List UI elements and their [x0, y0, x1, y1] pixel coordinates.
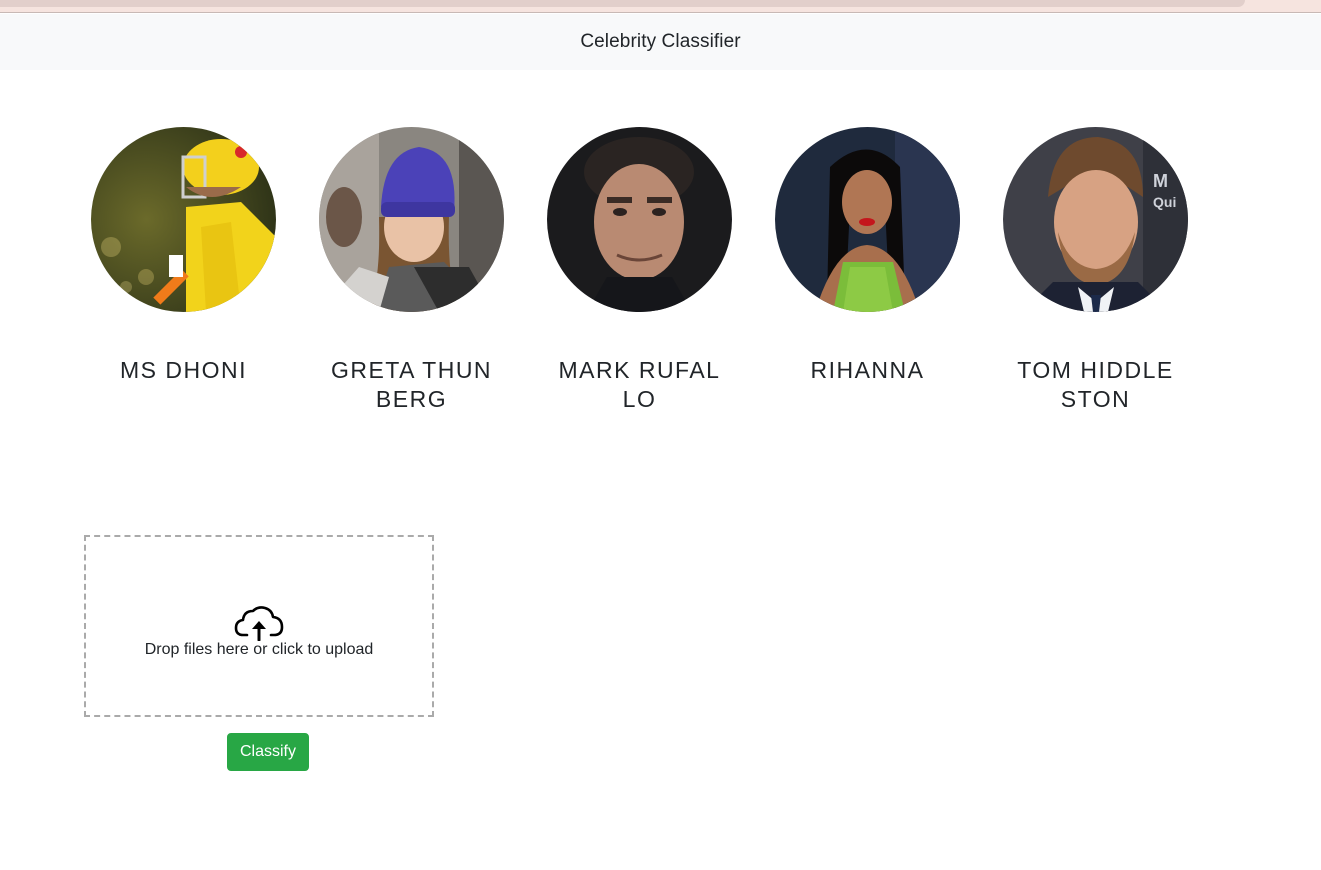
celebrity-card-ms-dhoni: MS DHONI	[91, 127, 276, 385]
navbar-brand[interactable]: Celebrity Classifier	[580, 31, 740, 53]
avatar-tom-hiddleston: M Qui	[1003, 127, 1188, 312]
svg-text:Qui: Qui	[1153, 194, 1176, 210]
celebrity-name: MARK RUFALLO	[558, 357, 721, 412]
cloud-upload-icon	[234, 606, 284, 641]
classify-button[interactable]: Classify	[227, 733, 309, 771]
celebrity-card-greta-thunberg: GRETA THUNBERG	[319, 127, 504, 414]
dropzone-message: Drop files here or click to upload	[144, 641, 374, 658]
celebrity-name: GRETA THUNBERG	[330, 357, 493, 412]
celebrity-card-tom-hiddleston: M Qui TOM HIDDLESTON	[1003, 127, 1188, 414]
celebrity-name: TOM HIDDLESTON	[1017, 357, 1174, 412]
avatar-greta-thunberg	[319, 127, 504, 312]
celebrity-name: MS DHONI	[120, 357, 247, 383]
file-dropzone[interactable]: Drop files here or click to upload	[84, 535, 434, 717]
celebrity-card-rihanna: RIHANNA	[775, 127, 960, 385]
svg-text:M: M	[1153, 171, 1168, 191]
celebrity-name: RIHANNA	[810, 357, 925, 383]
navbar: Celebrity Classifier	[0, 14, 1321, 70]
browser-tab-edge	[0, 0, 1245, 7]
avatar-ms-dhoni	[91, 127, 276, 312]
browser-top-strip	[0, 0, 1321, 13]
avatar-rihanna	[775, 127, 960, 312]
celebrity-card-mark-rufallo: MARK RUFALLO	[547, 127, 732, 414]
avatar-mark-rufallo	[547, 127, 732, 312]
